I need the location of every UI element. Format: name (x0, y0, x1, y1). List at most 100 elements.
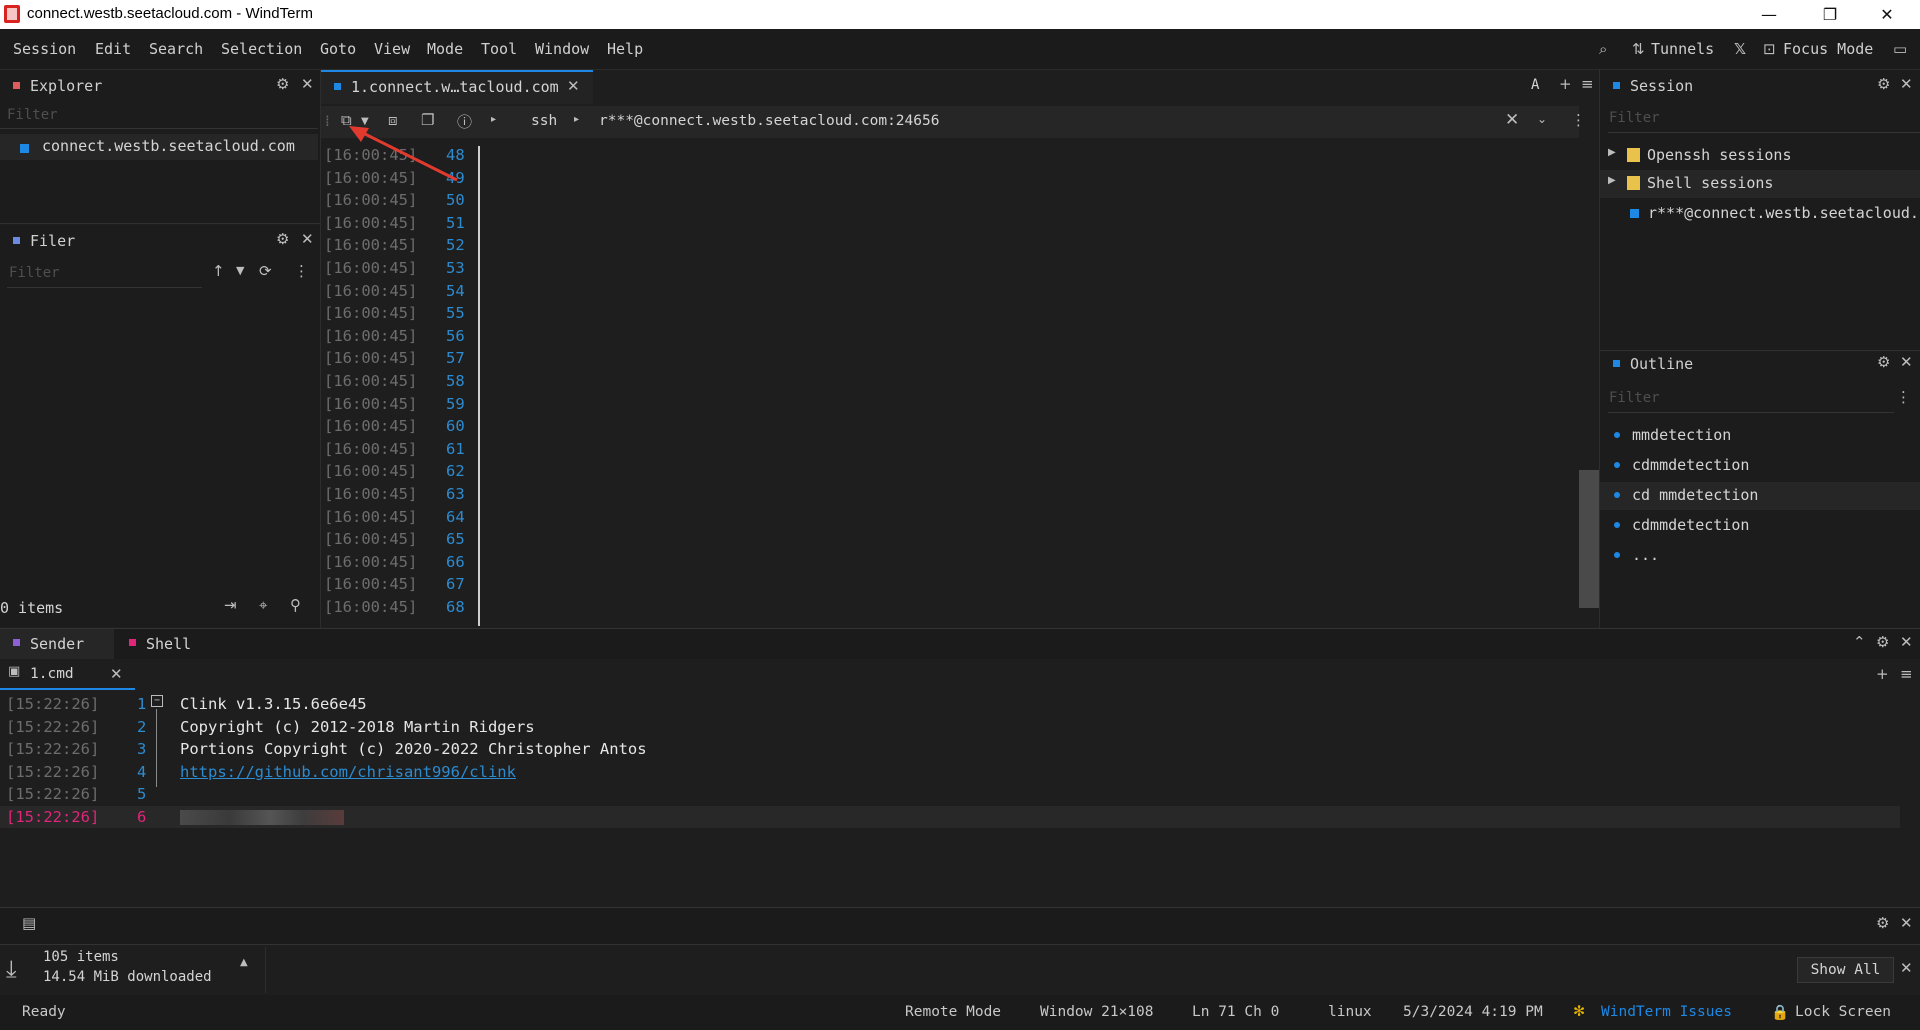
menu-edit[interactable]: Edit (95, 40, 131, 58)
import-icon[interactable]: ⇥ (224, 596, 237, 614)
close-icon[interactable]: ✕ (1900, 914, 1913, 932)
close-icon[interactable]: ✕ (1900, 353, 1913, 371)
outline-filter-input[interactable]: Filter (1609, 390, 1660, 406)
title-bar: connect.westb.seetacloud.com - WindTerm … (0, 0, 1920, 29)
menu-search[interactable]: Search (149, 40, 203, 58)
outline-item[interactable]: cdmmdetection (1600, 452, 1920, 480)
focus-mode-button[interactable]: Focus Mode (1783, 40, 1873, 58)
chevron-up-icon[interactable]: ▲ (240, 957, 248, 968)
gear-icon[interactable]: ⚙ (276, 75, 289, 93)
menu-selection[interactable]: Selection (221, 40, 302, 58)
close-tab-icon[interactable]: ✕ (110, 665, 123, 683)
focus-mode-icon: ⊡ (1763, 40, 1776, 58)
chevron-down-icon[interactable]: ▼ (236, 264, 244, 277)
x-icon[interactable]: 𝕏 (1734, 40, 1746, 58)
tab-shell[interactable]: Shell (116, 629, 226, 659)
shell-line: [15:22:26] 3 Portions Copyright (c) 2020-2… (0, 738, 1900, 760)
session-folder[interactable]: ▶ Openssh sessions (1600, 142, 1920, 170)
session-folder[interactable]: ▶ Shell sessions (1600, 170, 1920, 198)
ssh-address[interactable]: r***@connect.westb.seetacloud.com:24656 (599, 113, 939, 129)
scrollbar-thumb[interactable] (1579, 470, 1599, 608)
menu-bar: Session Edit Search Selection Goto View … (0, 29, 1920, 70)
layout-icon[interactable]: ▭ (1893, 40, 1907, 58)
search-icon[interactable]: ⌕ (1599, 40, 1607, 58)
close-icon[interactable]: ✕ (301, 230, 314, 248)
more-icon[interactable]: ⋮ (1896, 388, 1911, 406)
gear-icon[interactable]: ⚙ (1876, 633, 1889, 651)
menu-view[interactable]: View (374, 40, 410, 58)
minimize-button[interactable]: — (1746, 0, 1792, 29)
timestamp: [16:00:45] (324, 281, 418, 300)
outline-item[interactable]: ... (1600, 542, 1920, 570)
tab-sender[interactable]: Sender (0, 629, 114, 659)
shell-line: [15:22:26] 6 (0, 806, 1900, 828)
close-window-button[interactable]: ✕ (1864, 0, 1910, 29)
add-tab-icon[interactable]: + (1559, 75, 1572, 93)
explorer-filter-input[interactable]: Filter (7, 107, 58, 123)
close-icon[interactable]: ✕ (1900, 959, 1913, 977)
status-position[interactable]: Ln 71 Ch 0 (1192, 1004, 1279, 1020)
more-icon[interactable]: ⋮ (294, 262, 309, 280)
line-number: 1 (137, 695, 147, 713)
close-icon[interactable]: ✕ (1900, 633, 1913, 651)
gear-icon[interactable]: ⚙ (1877, 75, 1890, 93)
session-item[interactable]: r***@connect.westb.seetacloud.c (1600, 200, 1920, 228)
filer-filter-input[interactable]: Filter (9, 265, 60, 281)
chevron-right-icon[interactable]: ▶ (1608, 147, 1616, 158)
chevron-up-icon[interactable]: ⌃ (1853, 633, 1866, 651)
tab-terminal[interactable]: 1.connect.w…tacloud.com ✕ (321, 70, 593, 104)
menu-icon[interactable]: ≡ (1581, 75, 1594, 93)
add-tab-icon[interactable]: + (1876, 665, 1889, 683)
terminal-line: [16:00:45] 68 (324, 598, 465, 621)
up-arrow-icon[interactable]: ↑ (212, 262, 225, 280)
clear-icon[interactable]: ✕ (1505, 110, 1519, 130)
tunnels-button[interactable]: Tunnels (1651, 40, 1714, 58)
chevron-right-icon[interactable]: ▶ (1608, 175, 1616, 186)
gear-icon[interactable]: ⚙ (1877, 353, 1890, 371)
menu-window[interactable]: Window (535, 40, 589, 58)
terminal-line: [16:00:45] 50 (324, 191, 465, 214)
lock-screen-button[interactable]: Lock Screen (1795, 1004, 1891, 1020)
fold-icon[interactable]: − (151, 695, 163, 707)
explorer-item[interactable]: connect.westb.seetacloud.com (0, 134, 318, 160)
outline-item[interactable]: cdmmdetection (1600, 512, 1920, 540)
outline-item[interactable]: mmdetection (1600, 422, 1920, 450)
font-button[interactable]: A (1531, 77, 1539, 93)
tunnels-icon: ⇅ (1632, 40, 1645, 58)
close-icon[interactable]: ✕ (1900, 75, 1913, 93)
gear-icon[interactable]: ⚙ (276, 230, 289, 248)
more-icon[interactable]: ⋮ (1571, 111, 1586, 129)
status-remote-mode[interactable]: Remote Mode (905, 1004, 1001, 1020)
show-all-button[interactable]: Show All (1797, 957, 1894, 983)
outline-item[interactable]: cd mmdetection (1600, 482, 1920, 510)
menu-help[interactable]: Help (607, 40, 643, 58)
chevron-down-icon[interactable]: ⌄ (1537, 112, 1547, 126)
bullet-icon (1614, 462, 1620, 468)
sender-icon[interactable]: ▤ (22, 914, 36, 932)
pin-icon[interactable]: ⌖ (259, 596, 267, 614)
menu-goto[interactable]: Goto (320, 40, 356, 58)
session-filter-input[interactable]: Filter (1609, 110, 1660, 126)
tab-label: Sender (30, 635, 85, 653)
tab-cmd[interactable]: ▣ 1.cmd ✕ (0, 662, 135, 690)
window-title: connect.westb.seetacloud.com - WindTerm (27, 5, 313, 22)
location-icon[interactable]: ⚲ (290, 596, 301, 614)
refresh-icon[interactable]: ⟳ (259, 262, 272, 280)
gear-icon[interactable]: ⚙ (1876, 914, 1889, 932)
play-icon: ▸ (491, 114, 497, 125)
menu-mode[interactable]: Mode (427, 40, 463, 58)
divider (0, 128, 318, 129)
status-window-size[interactable]: Window 21×108 (1040, 1004, 1154, 1020)
menu-tool[interactable]: Tool (481, 40, 517, 58)
download-icon[interactable]: ⤓ (6, 955, 17, 983)
status-os[interactable]: linux (1328, 1004, 1372, 1020)
menu-session[interactable]: Session (13, 40, 76, 58)
clink-link[interactable]: https://github.com/chrisant996/clink (180, 763, 516, 781)
restore-button[interactable]: ❐ (1807, 0, 1853, 29)
line-number: 2 (137, 717, 147, 736)
close-tab-icon[interactable]: ✕ (567, 77, 580, 95)
line-number: 68 (446, 598, 465, 616)
close-icon[interactable]: ✕ (301, 75, 314, 93)
windterm-issues-link[interactable]: WindTerm Issues (1601, 1004, 1732, 1020)
menu-icon[interactable]: ≡ (1900, 665, 1913, 683)
